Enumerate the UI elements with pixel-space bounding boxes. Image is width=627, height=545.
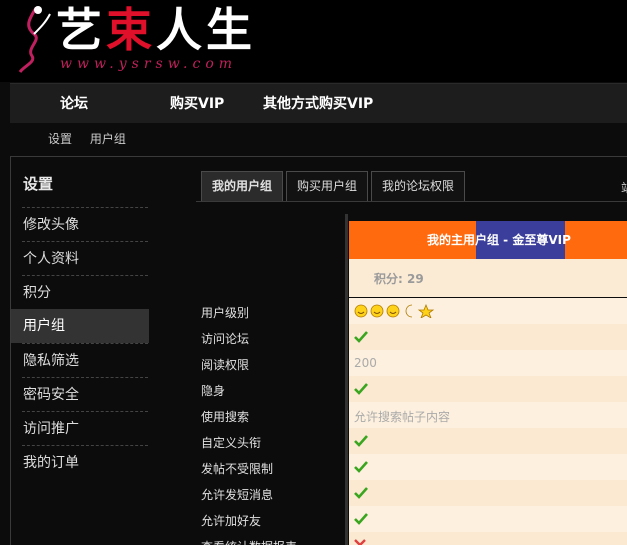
user-level-icons	[354, 304, 435, 318]
permission-label: 阅读权限	[201, 358, 250, 372]
sidebar-title: 设置	[23, 175, 54, 193]
permission-row	[349, 506, 627, 532]
tab-my-usergroup[interactable]: 我的用户组	[201, 171, 283, 202]
column-divider	[345, 214, 348, 545]
group-score: 积分: 29	[374, 272, 424, 286]
check-icon	[354, 435, 368, 447]
tab-right-text: 站	[621, 179, 627, 196]
permission-row	[349, 454, 627, 480]
permission-label: 允许加好友	[201, 514, 262, 528]
sidebar-item-orders[interactable]: 我的订单	[11, 446, 149, 480]
sidebar-item-promotion[interactable]: 访问推广	[11, 412, 149, 446]
permission-row	[349, 376, 627, 402]
sidebar-item-profile[interactable]: 个人资料	[11, 242, 149, 276]
check-icon	[354, 383, 368, 395]
dancer-logo-icon	[18, 6, 51, 73]
permission-row	[349, 480, 627, 506]
group-title: 我的主用户组 - 金至尊VIP	[427, 233, 571, 247]
tab-underline	[196, 201, 627, 202]
permission-label: 用户级别	[201, 306, 250, 320]
tab-forum-permissions[interactable]: 我的论坛权限	[371, 171, 465, 202]
check-icon	[354, 461, 368, 473]
nav-forum[interactable]: 论坛	[60, 84, 88, 124]
permission-value: 允许搜索帖子内容	[354, 410, 451, 424]
sidebar-item-credits[interactable]: 积分	[11, 276, 149, 310]
check-icon	[354, 513, 368, 525]
breadcrumb: 设置 用户组	[48, 130, 140, 147]
sidebar-item-avatar[interactable]: 修改头像	[11, 208, 149, 242]
sidebar-item-password[interactable]: 密码安全	[11, 378, 149, 412]
permission-row	[349, 532, 627, 545]
check-icon	[354, 487, 368, 499]
settings-sidebar: 设置 修改头像 个人资料 积分 用户组 隐私筛选 密码安全 访问推广 我的订单	[11, 157, 149, 545]
main-nav: 论坛 购买VIP 其他方式购买VIP	[10, 83, 627, 123]
permission-label: 隐身	[201, 384, 226, 398]
permission-label: 自定义头衔	[201, 436, 262, 450]
sidebar-item-usergroup[interactable]: 用户组	[11, 309, 149, 343]
permission-label: 使用搜索	[201, 410, 250, 424]
check-icon	[354, 331, 368, 343]
sidebar-item-privacy[interactable]: 隐私筛选	[11, 344, 149, 378]
cross-icon	[354, 539, 366, 545]
site-url: www.ysrsw.com	[60, 56, 238, 72]
permission-label: 查看统计数据报表	[201, 538, 297, 545]
permission-label: 访问论坛	[201, 332, 250, 346]
nav-buy-vip[interactable]: 购买VIP	[170, 84, 224, 124]
permission-label: 发帖不受限制	[201, 462, 274, 476]
permission-row	[349, 324, 627, 350]
permission-row	[349, 350, 627, 376]
site-header: 艺束人生 www.ysrsw.com	[0, 0, 627, 82]
tab-buy-usergroup[interactable]: 购买用户组	[286, 171, 368, 202]
breadcrumb-settings[interactable]: 设置	[48, 132, 72, 146]
permission-label: 允许发短消息	[201, 488, 274, 502]
permission-row	[349, 428, 627, 454]
breadcrumb-usergroup[interactable]: 用户组	[90, 132, 126, 146]
nav-other-buy-vip[interactable]: 其他方式购买VIP	[263, 84, 373, 124]
permission-value: 200	[354, 356, 377, 370]
site-logo-text[interactable]: 艺束人生	[56, 4, 256, 56]
